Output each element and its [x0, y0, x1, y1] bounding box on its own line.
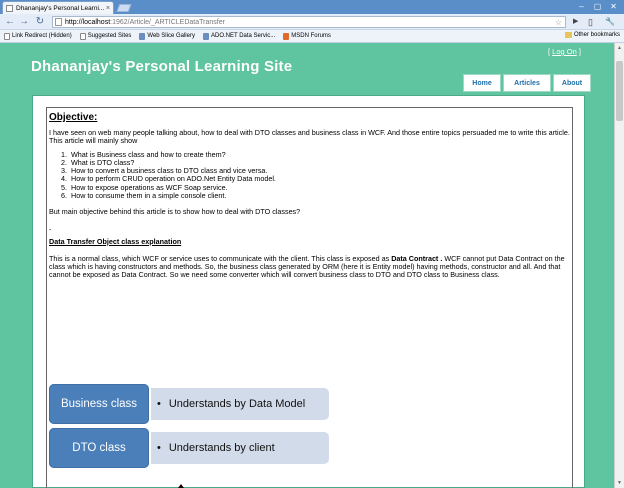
dto-paragraph: This is a normal class, which WCF or ser…	[49, 254, 570, 280]
back-icon[interactable]: ←	[4, 16, 16, 28]
bookmark-ado-net[interactable]: ADO.NET Data Servic...	[202, 32, 276, 40]
bookmark-label: Link Redirect (Hidden)	[12, 33, 72, 39]
forward-icon[interactable]: →	[18, 16, 30, 28]
bullet: •	[157, 442, 161, 454]
login-bracket-close: ]	[576, 47, 581, 56]
reload-icon[interactable]: ↻	[34, 16, 46, 28]
wrench-icon[interactable]: 🔧	[605, 16, 615, 28]
diagram-text: • Understands by Data Model	[151, 388, 329, 420]
other-bookmarks[interactable]: Other bookmarks	[564, 32, 620, 38]
close-tab-icon[interactable]: ×	[106, 5, 110, 12]
site-title: Dhananjay's Personal Learning Site	[31, 58, 293, 75]
list-item: What is Business class and how to create…	[69, 150, 572, 159]
steps-list: What is Business class and how to create…	[69, 150, 572, 201]
diagram-text-value: Understands by client	[168, 442, 275, 454]
scrollbar-thumb[interactable]	[616, 61, 623, 121]
objective-heading: Objective:	[49, 112, 98, 123]
page-icon	[4, 32, 10, 40]
bookmark-msdn-forums[interactable]: MSDN Forums	[283, 32, 331, 40]
address-bar[interactable]: http://localhost:1962/Article/_ARTICLEDa…	[52, 16, 566, 28]
main-menu: Home Articles About	[461, 74, 591, 92]
bookmark-suggested-sites[interactable]: Suggested Sites	[79, 32, 132, 40]
diagram-text: • Understands by client	[151, 432, 329, 464]
list-item: How to consume them in a simple console …	[69, 191, 572, 200]
web-slice-icon	[202, 32, 209, 40]
bookmark-link-redirect[interactable]: Link Redirect (Hidden)	[4, 32, 72, 40]
page-icon	[55, 18, 62, 26]
bookmark-label: MSDN Forums	[291, 33, 331, 39]
go-icon[interactable]: ▶	[573, 16, 578, 28]
scroll-up-icon[interactable]: ▲	[615, 45, 624, 51]
url-host: http://localhost	[65, 18, 111, 26]
minimize-icon[interactable]: –	[574, 1, 589, 12]
bookmark-label: Web Slice Gallery	[147, 33, 195, 39]
class-diagram: Business class • Understands by Data Mode…	[49, 384, 349, 484]
menu-item-about[interactable]: About	[553, 74, 591, 92]
url-path: :1962/Article/_ARTICLEDataTransfer	[110, 18, 225, 26]
msdn-icon	[283, 32, 290, 40]
other-bookmarks-label: Other bookmarks	[573, 32, 620, 38]
browser-toolbar: ← → ↻ http://localhost:1962/Article/_ART…	[0, 14, 624, 30]
article: Objective: I have seen on web many peopl…	[46, 107, 573, 488]
new-tab-button[interactable]	[116, 4, 132, 12]
diagram-label: Business class	[49, 384, 149, 424]
login-area: [ Log On ]	[548, 47, 581, 56]
folder-icon	[564, 32, 572, 38]
maximize-icon[interactable]: ▢	[590, 1, 605, 12]
bookmarks-bar: Link Redirect (Hidden) Suggested Sites W…	[0, 30, 624, 43]
log-on-link[interactable]: Log On	[552, 47, 577, 56]
web-slice-icon	[139, 32, 146, 40]
content-panel: Objective: I have seen on web many peopl…	[32, 95, 585, 488]
close-window-icon[interactable]: ✕	[606, 1, 621, 12]
diagram-text-value: Understands by Data Model	[168, 398, 306, 410]
browser-tab[interactable]: Dhananjay's Personal Learni... ×	[2, 1, 114, 14]
main-objective-paragraph: But main objective behind this article i…	[49, 207, 301, 217]
page-icon	[79, 32, 86, 40]
mouse-cursor-icon	[178, 484, 184, 488]
menu-item-home[interactable]: Home	[463, 74, 501, 92]
intro-paragraph: I have seen on web many people talking a…	[49, 128, 570, 146]
section-heading: Data Transfer Object class explanation	[49, 236, 182, 246]
bookmark-label: Suggested Sites	[87, 33, 132, 39]
bullet: •	[157, 398, 161, 410]
page-icon	[6, 4, 13, 12]
tab-title: Dhananjay's Personal Learni...	[16, 4, 104, 12]
star-icon[interactable]: ☆	[555, 17, 562, 29]
bookmark-web-slice-gallery[interactable]: Web Slice Gallery	[139, 32, 195, 40]
page-scrollbar[interactable]: ▲ ▼	[614, 43, 624, 488]
bookmark-label: ADO.NET Data Servic...	[210, 33, 276, 39]
page-menu-icon[interactable]: ▯	[588, 16, 593, 28]
tab-strip: Dhananjay's Personal Learni... × – ▢ ✕	[0, 0, 624, 14]
diagram-label: DTO class	[49, 428, 149, 468]
scroll-down-icon[interactable]: ▼	[615, 480, 624, 486]
web-page: [ Log On ] Dhananjay's Personal Learning…	[0, 43, 624, 488]
menu-item-articles[interactable]: Articles	[503, 74, 551, 92]
separator-dash: -	[49, 226, 52, 234]
